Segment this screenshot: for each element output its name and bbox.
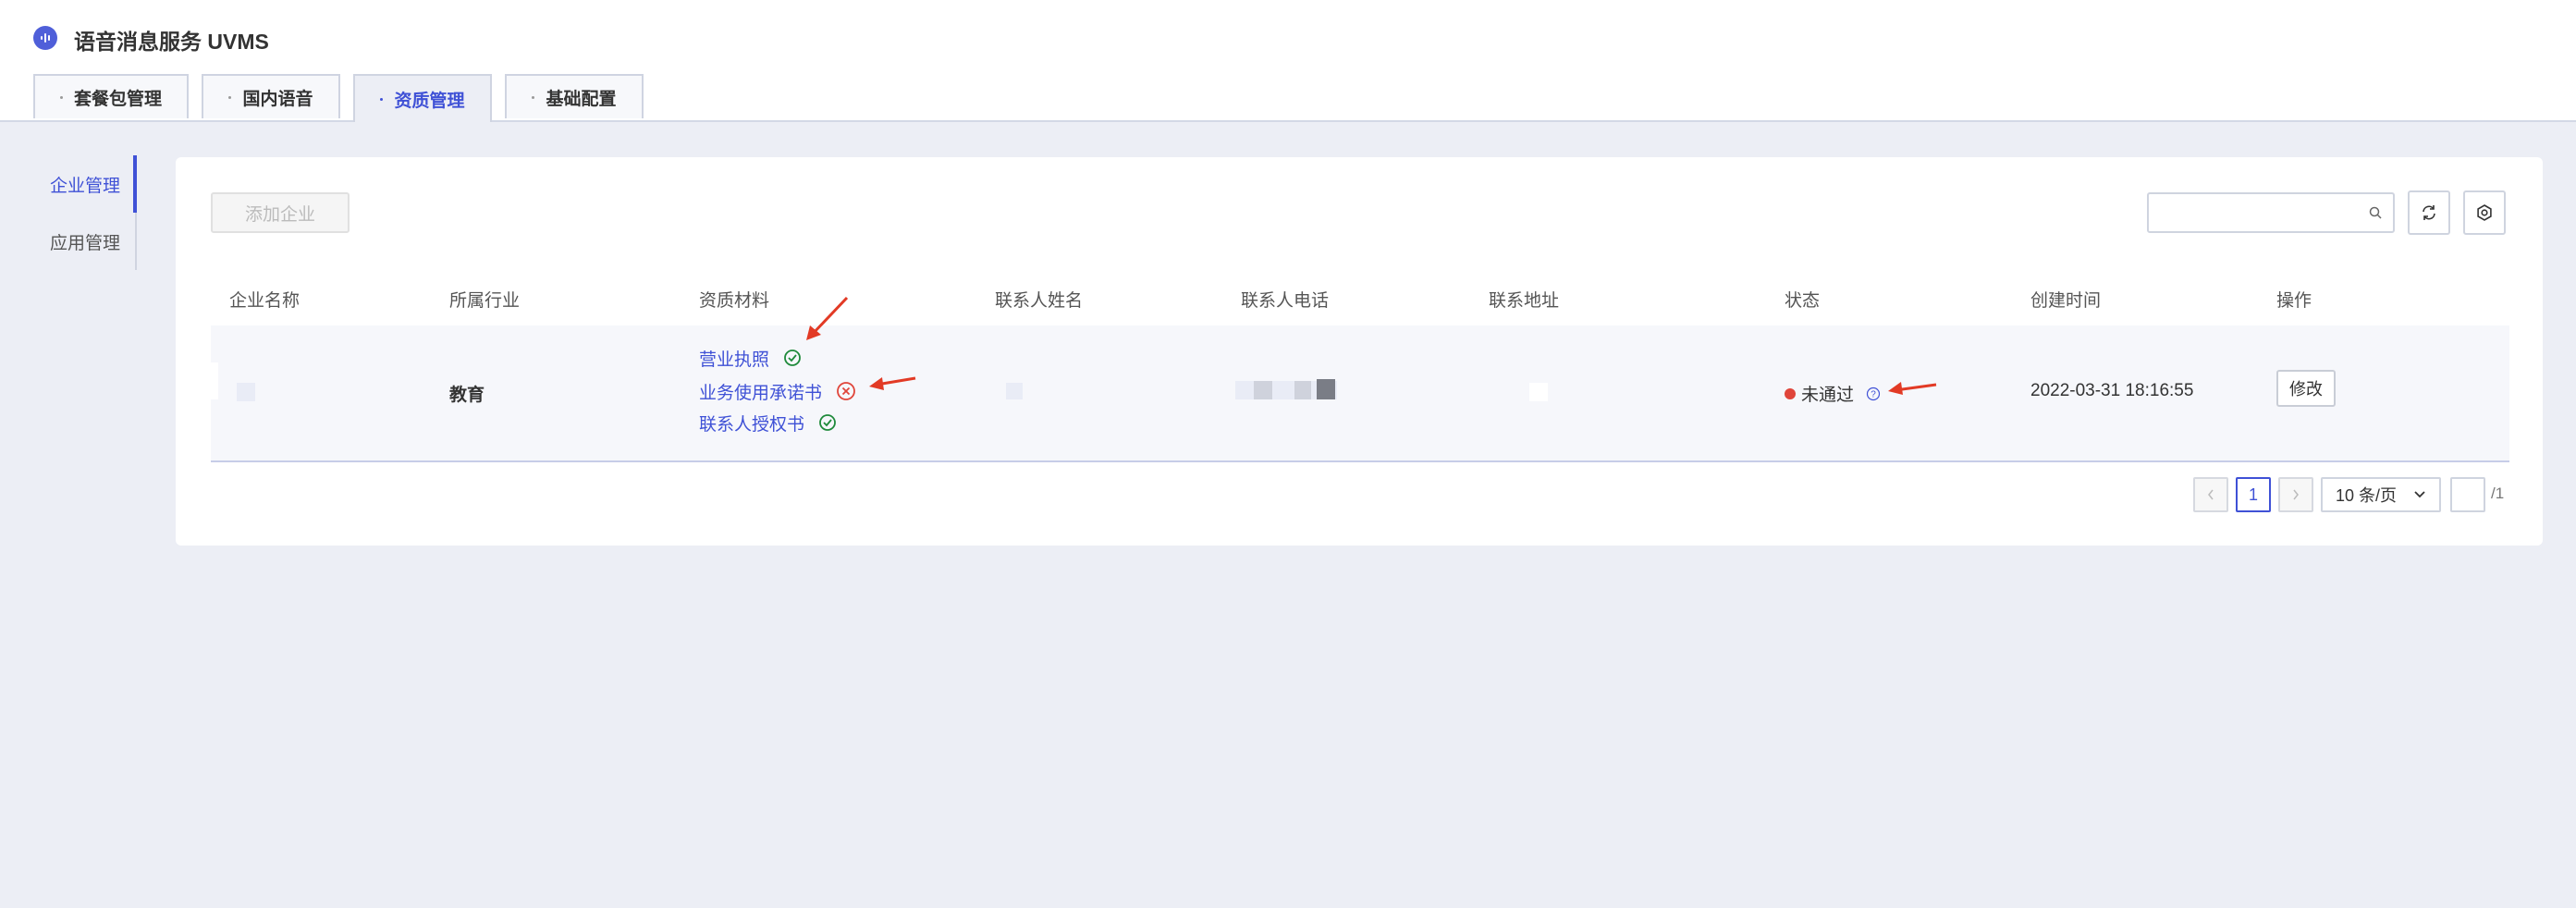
prev-page-button[interactable]: [2193, 477, 2228, 512]
next-page-button[interactable]: [2278, 477, 2313, 512]
search-icon[interactable]: [2369, 206, 2382, 219]
refresh-icon: [2423, 205, 2435, 220]
redacted-phone-part: [1317, 379, 1335, 399]
tab-label: 套餐包管理: [73, 89, 162, 109]
page-size-label: 10 条/页: [2336, 486, 2398, 505]
col-enterprise-name[interactable]: 企业名称: [229, 264, 300, 325]
status-error-dot: [1785, 388, 1796, 400]
tab-dot: [228, 95, 232, 99]
material-business-license[interactable]: 营业执照: [699, 346, 802, 371]
check-circle-icon: [784, 350, 802, 366]
search-box: [2147, 192, 2395, 233]
industry-cell: 教育: [449, 386, 485, 405]
check-circle-icon: [819, 414, 837, 431]
tab-dot: [59, 95, 63, 99]
tab-qualification-management[interactable]: 资质管理: [353, 74, 492, 122]
table-header: 企业名称 所属行业 资质材料 联系人姓名 联系人电话 联系地址 状态 创建时间 …: [211, 264, 2509, 327]
tab-dot: [532, 95, 535, 99]
material-label: 业务使用承诺书: [699, 384, 823, 403]
refresh-button[interactable]: [2408, 190, 2450, 235]
sidebar-item-label: 应用管理: [50, 233, 121, 253]
svg-text:?: ?: [1871, 390, 1877, 400]
status-cell: 未通过 ?: [1785, 381, 1881, 406]
sidebar-item-application[interactable]: 应用管理: [33, 213, 137, 270]
gear-icon: [2477, 204, 2492, 221]
material-label: 营业执照: [699, 350, 770, 370]
tab-basic-config[interactable]: 基础配置: [505, 74, 644, 118]
col-created-time[interactable]: 创建时间: [2030, 264, 2101, 325]
tab-label: 基础配置: [546, 89, 617, 109]
sidebar-item-enterprise[interactable]: 企业管理: [33, 155, 137, 213]
enterprise-card: 添加企业 企业名称 所属行业 资质材料 联系人姓名 联系人电话 联系地址 状态 …: [176, 157, 2543, 546]
created-time-cell: 2022-03-31 18:16:55: [2030, 381, 2194, 400]
settings-button[interactable]: [2463, 190, 2506, 235]
col-industry[interactable]: 所属行业: [449, 264, 520, 325]
tab-label: 资质管理: [394, 91, 465, 111]
material-label: 联系人授权书: [699, 415, 805, 435]
page-size-select[interactable]: 10 条/页: [2321, 477, 2441, 512]
tab-label: 国内语音: [242, 89, 313, 109]
redacted-block: [211, 362, 218, 399]
help-icon[interactable]: ?: [1866, 387, 1881, 401]
search-input[interactable]: [2156, 194, 2363, 231]
col-contact-address[interactable]: 联系地址: [1489, 264, 1559, 325]
side-nav: 企业管理 应用管理: [33, 155, 137, 270]
status-label: 未通过: [1801, 386, 1855, 405]
tab-domestic-voice[interactable]: 国内语音: [202, 74, 340, 118]
tab-dot: [380, 97, 384, 101]
page-total: /1: [2491, 485, 2505, 502]
redacted-phone-part: [1294, 381, 1311, 399]
col-action[interactable]: 操作: [2276, 264, 2312, 325]
add-enterprise-button[interactable]: 添加企业: [211, 192, 350, 233]
col-contact-phone[interactable]: 联系人电话: [1241, 264, 1329, 325]
material-usage-commitment[interactable]: 业务使用承诺书: [699, 379, 856, 404]
app-header: 语音消息服务 UVMS 套餐包管理 国内语音 资质管理 基础配置: [0, 0, 2576, 122]
page-number-button[interactable]: 1: [2236, 477, 2271, 512]
col-qualification[interactable]: 资质材料: [699, 264, 769, 325]
redacted-contact-address: [1529, 383, 1548, 401]
tab-package-management[interactable]: 套餐包管理: [33, 74, 189, 118]
redacted-phone-part: [1254, 381, 1272, 399]
redacted-enterprise-name: [237, 383, 255, 401]
table-row: 教育 营业执照 业务使用承诺书 联系人授权书 未通过 ? 2022-03-31 …: [211, 325, 2509, 462]
page-jump-input[interactable]: [2450, 477, 2485, 512]
col-status[interactable]: 状态: [1785, 264, 1820, 325]
sidebar-item-label: 企业管理: [50, 176, 121, 196]
chevron-left-icon: [2208, 489, 2214, 500]
material-contact-authorization[interactable]: 联系人授权书: [699, 411, 837, 436]
chevron-right-icon: [2293, 489, 2299, 500]
app-title: 语音消息服务 UVMS: [74, 30, 269, 54]
app-logo-icon: [33, 26, 57, 50]
chevron-down-icon: [2414, 491, 2425, 498]
error-circle-icon: [837, 382, 856, 400]
col-contact-name[interactable]: 联系人姓名: [995, 264, 1083, 325]
redacted-contact-name: [1006, 383, 1023, 399]
edit-button[interactable]: 修改: [2276, 370, 2336, 407]
